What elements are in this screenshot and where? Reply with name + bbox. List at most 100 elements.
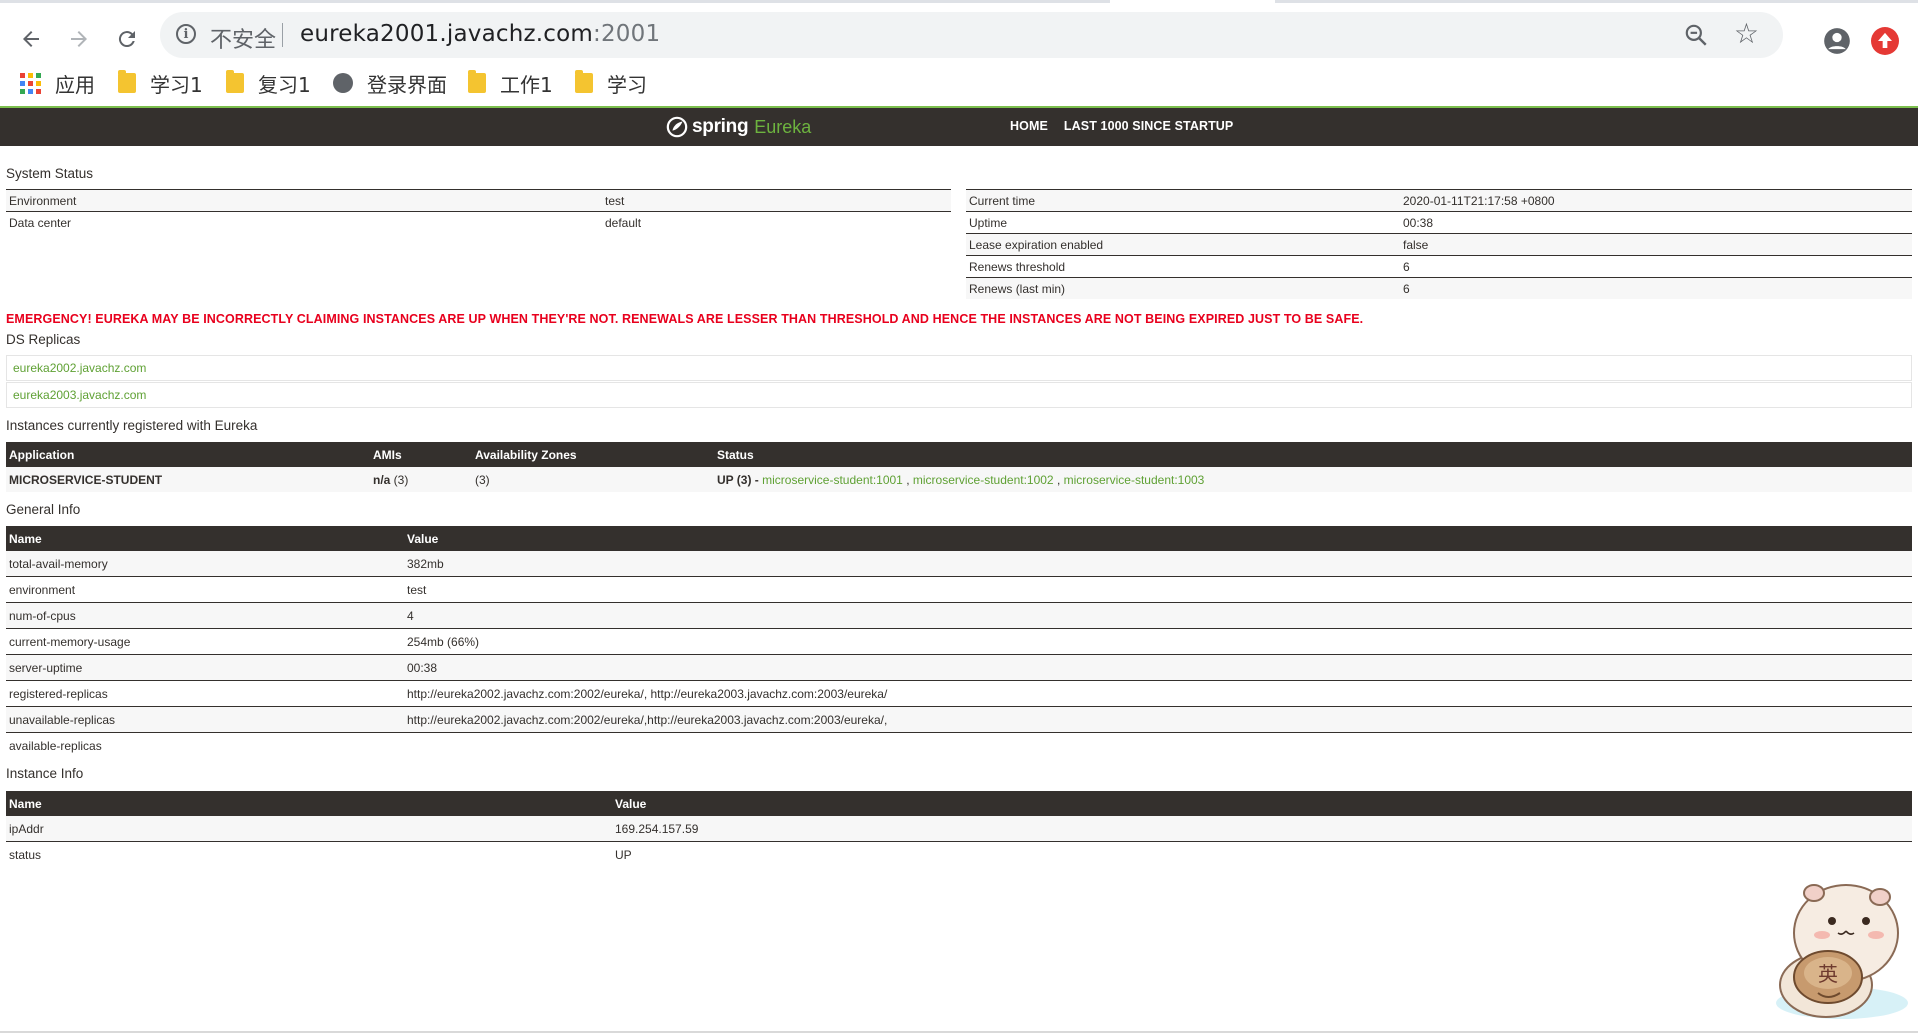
status-value: 6 bbox=[1400, 277, 1912, 299]
arrow-right-icon bbox=[71, 31, 87, 47]
brand-spring-text: spring bbox=[692, 116, 749, 137]
bookmark-login-page[interactable]: 登录界面 bbox=[333, 68, 447, 98]
info-value: 382mb bbox=[404, 551, 1912, 577]
arrow-left-icon bbox=[23, 31, 39, 47]
list-item: eureka2003.javachz.com bbox=[6, 382, 1912, 408]
instance-link[interactable]: microservice-student:1002 bbox=[913, 473, 1054, 487]
tab-strip-edge bbox=[1275, 0, 1918, 3]
info-name: ipAddr bbox=[6, 816, 612, 842]
replica-link[interactable]: eureka2003.javachz.com bbox=[13, 388, 146, 402]
table-row: Renews threshold 6 bbox=[966, 255, 1912, 278]
back-button[interactable] bbox=[14, 22, 48, 56]
reload-button[interactable] bbox=[110, 22, 144, 56]
info-value: test bbox=[404, 576, 1912, 603]
folder-icon bbox=[226, 70, 244, 93]
info-value: http://eureka2002.javachz.com:2002/eurek… bbox=[404, 680, 1912, 707]
table-row: total-avail-memory 382mb bbox=[6, 551, 1912, 577]
info-value bbox=[404, 733, 1912, 759]
bookmark-label: 登录界面 bbox=[367, 72, 447, 97]
column-header: Availability Zones bbox=[472, 442, 714, 467]
bookmark-folder-study1[interactable]: 学习1 bbox=[118, 68, 203, 98]
nav-home-link[interactable]: HOME bbox=[1010, 119, 1048, 133]
bookmark-folder-review1[interactable]: 复习1 bbox=[226, 68, 311, 98]
status-label: Environment bbox=[6, 189, 602, 212]
status-label: Renews (last min) bbox=[966, 277, 1400, 299]
info-name: available-replicas bbox=[9, 738, 102, 753]
table-row: available-replicas bbox=[6, 733, 1912, 759]
security-label[interactable]: 不安全 bbox=[210, 22, 276, 54]
status-label: Uptime bbox=[966, 211, 1400, 234]
instance-link[interactable]: microservice-student:1003 bbox=[1064, 473, 1205, 487]
status-prefix: UP (3) - bbox=[717, 472, 763, 487]
application-name: MICROSERVICE-STUDENT bbox=[6, 467, 370, 492]
status-value: 6 bbox=[1400, 255, 1912, 278]
eureka-navbar: spring Eureka HOME LAST 1000 SINCE START… bbox=[0, 108, 1918, 146]
forward-button[interactable] bbox=[62, 22, 96, 56]
info-name: server-uptime bbox=[6, 654, 404, 681]
table-header-row: Application AMIs Availability Zones Stat… bbox=[6, 442, 1912, 467]
table-row: Renews (last min) 6 bbox=[966, 277, 1912, 299]
profile-icon[interactable] bbox=[1823, 27, 1851, 55]
bookmark-label: 复习1 bbox=[258, 72, 311, 97]
bookmark-folder-work1[interactable]: 工作1 bbox=[468, 68, 553, 98]
table-row: registered-replicas http://eureka2002.ja… bbox=[6, 680, 1912, 707]
instances-table: Application AMIs Availability Zones Stat… bbox=[6, 442, 1912, 492]
status-value: 2020-01-11T21:17:58 +0800 bbox=[1400, 189, 1912, 212]
table-row: current-memory-usage 254mb (66%) bbox=[6, 628, 1912, 655]
extension-upload-icon[interactable] bbox=[1871, 27, 1899, 55]
reload-icon bbox=[118, 31, 135, 48]
bookmark-label: 应用 bbox=[55, 72, 95, 97]
nav-last1000-link[interactable]: LAST 1000 SINCE STARTUP bbox=[1064, 119, 1233, 133]
info-value: http://eureka2002.javachz.com:2002/eurek… bbox=[404, 706, 1912, 733]
status-label: Renews threshold bbox=[966, 255, 1400, 278]
ds-replicas-title: DS Replicas bbox=[6, 332, 81, 347]
bookmark-apps[interactable]: 应用 bbox=[20, 68, 95, 98]
status-value: default bbox=[602, 211, 951, 233]
table-row: Current time 2020-01-11T21:17:58 +0800 bbox=[966, 189, 1912, 212]
sticker-text: 英 bbox=[1818, 962, 1838, 986]
info-value: 169.254.157.59 bbox=[612, 816, 1912, 842]
link-separator: , bbox=[1053, 472, 1064, 487]
system-status-title: System Status bbox=[6, 166, 94, 181]
column-header: Name bbox=[6, 791, 612, 816]
tab-strip-edge bbox=[0, 0, 1110, 3]
tab-strip bbox=[0, 0, 1918, 10]
instance-link[interactable]: microservice-student:1001 bbox=[762, 473, 903, 487]
table-row: unavailable-replicas http://eureka2002.j… bbox=[6, 706, 1912, 733]
table-header-row: Name Value bbox=[6, 526, 1912, 551]
list-item: eureka2002.javachz.com bbox=[6, 355, 1912, 381]
instances-title: Instances currently registered with Eure… bbox=[6, 418, 258, 433]
status-label: Lease expiration enabled bbox=[966, 233, 1400, 256]
hamster-sticker[interactable]: 英 bbox=[1762, 875, 1910, 1025]
replica-link[interactable]: eureka2002.javachz.com bbox=[13, 361, 146, 375]
folder-icon bbox=[468, 70, 486, 93]
bookmarks-bar: 应用 学习1 复习1 登录界面 工作1 学习 bbox=[0, 62, 1918, 104]
table-row: MICROSERVICE-STUDENT n/a (3) (3) UP (3) … bbox=[6, 467, 1912, 492]
table-row: server-uptime 00:38 bbox=[6, 654, 1912, 681]
bookmark-label: 学习1 bbox=[150, 72, 203, 97]
status-cell: UP (3) - microservice-student:1001 , mic… bbox=[714, 467, 1912, 492]
column-header: Value bbox=[404, 526, 1912, 551]
url-text[interactable]: eureka2001.javachz.com:2001 bbox=[300, 21, 660, 47]
info-icon[interactable]: i bbox=[176, 24, 196, 44]
spring-eureka-logo[interactable]: spring Eureka bbox=[666, 114, 811, 140]
bookmark-label: 学习 bbox=[607, 72, 647, 97]
table-row: status UP bbox=[6, 842, 1912, 868]
zoom-icon[interactable] bbox=[1683, 22, 1709, 48]
info-name: environment bbox=[6, 576, 404, 603]
folder-icon bbox=[118, 70, 136, 93]
table-row: Uptime 00:38 bbox=[966, 211, 1912, 234]
table-row: Environment test bbox=[6, 189, 951, 212]
column-header: Status bbox=[714, 442, 1912, 467]
bookmark-folder-study[interactable]: 学习 bbox=[575, 68, 647, 98]
status-label: Data center bbox=[6, 211, 602, 233]
amis-count: (3) bbox=[390, 472, 409, 487]
address-bar[interactable]: i 不安全 eureka2001.javachz.com:2001 ☆ bbox=[160, 12, 1783, 58]
column-header: Application bbox=[6, 442, 370, 467]
system-status-left-table: Environment test Data center default bbox=[6, 189, 951, 233]
bookmark-star-icon[interactable]: ☆ bbox=[1734, 20, 1759, 48]
info-value: UP bbox=[615, 847, 632, 862]
instance-info-title: Instance Info bbox=[6, 766, 84, 781]
table-row: Data center default bbox=[6, 211, 951, 233]
column-header: Name bbox=[6, 526, 404, 551]
